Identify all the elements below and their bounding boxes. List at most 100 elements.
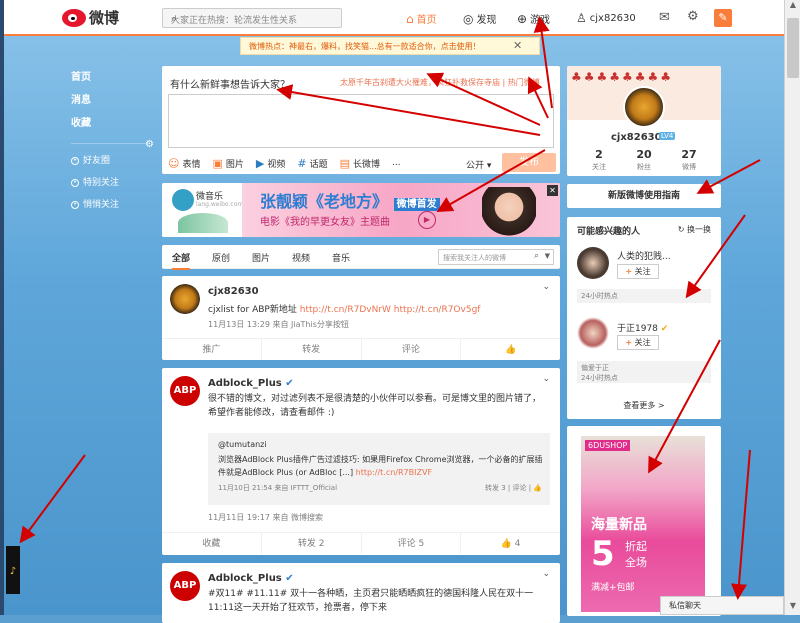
music-player-icon[interactable]: ♪ bbox=[6, 546, 20, 594]
see-more-link[interactable]: 查看更多 > bbox=[567, 400, 721, 411]
post-actions: 推广 转发 评论 👍 bbox=[162, 338, 560, 360]
weibo-logo[interactable]: 微博 bbox=[62, 7, 119, 28]
shop-headline: 海量新品 bbox=[591, 517, 647, 533]
quote-meta[interactable]: 11月10日 21:54 来自 IFTTT_Official bbox=[218, 483, 337, 493]
post-author[interactable]: cjx82630 bbox=[208, 286, 259, 297]
sidebar-item-messages[interactable]: 消息 bbox=[65, 93, 155, 116]
sidebar-item-friends-circle[interactable]: • 好友圈 bbox=[65, 150, 155, 172]
visibility-select[interactable]: 公开 ▾ bbox=[466, 158, 491, 171]
send-button[interactable]: 发布 bbox=[502, 153, 556, 172]
tab-images[interactable]: 图片 bbox=[252, 251, 270, 264]
level-badge[interactable]: LV4 bbox=[659, 132, 676, 140]
nav-user[interactable]: ♙ cjx82630 bbox=[576, 11, 636, 25]
search-box[interactable]: 大家正在热搜：轮流发生性关系 ⌕ bbox=[162, 8, 342, 28]
quote-author[interactable]: @tumutanzi bbox=[218, 440, 267, 449]
nav-discover[interactable]: ◎ 发现 bbox=[463, 11, 496, 27]
chevron-down-icon[interactable]: ▼ bbox=[545, 252, 550, 260]
avatar[interactable] bbox=[577, 247, 609, 279]
search-icon[interactable]: ⌕ bbox=[171, 12, 335, 26]
feed-search-input[interactable]: 搜索我关注人的微博 ⌕ ▼ bbox=[438, 249, 554, 265]
scroll-up-icon[interactable]: ▲ bbox=[787, 0, 799, 14]
guide-link[interactable]: 新版微博使用指南 bbox=[567, 184, 721, 208]
stat-followers[interactable]: 20 粉丝 bbox=[624, 148, 664, 172]
chevron-down-icon[interactable]: ⌄ bbox=[542, 569, 550, 579]
ad-brand-sub: lang.weibo.com bbox=[196, 201, 244, 208]
like-button[interactable]: 👍 4 bbox=[461, 533, 560, 554]
follow-button[interactable]: + 关注 bbox=[617, 264, 659, 279]
nav-home[interactable]: ⌂ 首页 bbox=[406, 11, 437, 27]
tool-label: 视频 bbox=[267, 159, 286, 170]
tab-video[interactable]: 视频 bbox=[292, 251, 310, 264]
hot-notice-bar[interactable]: 微博热点：神最右，爆料，找笑猫...总有一款适合你，点击使用！ bbox=[240, 37, 540, 55]
post-meta[interactable]: 11月11日 19:17 来自 微博搜索 bbox=[208, 512, 323, 523]
shop-ad[interactable]: 6DUSHOP 海量新品 5 折起 全场 满减+包邮 bbox=[567, 426, 721, 616]
video-icon: ▶ bbox=[255, 156, 265, 170]
avatar[interactable]: ABP bbox=[170, 571, 200, 601]
comment-button[interactable]: 评论 5 bbox=[362, 533, 462, 554]
search-icon[interactable]: ⌕ bbox=[534, 251, 539, 261]
compose-icon[interactable]: ✎ bbox=[714, 9, 732, 27]
stat-posts[interactable]: 27 微博 bbox=[669, 148, 709, 172]
mail-icon[interactable]: ✉ bbox=[659, 10, 670, 25]
avatar[interactable]: ABP bbox=[170, 376, 200, 406]
stat-following[interactable]: 2 关注 bbox=[579, 148, 619, 172]
ad-close-icon[interactable]: ✕ bbox=[547, 185, 558, 196]
repost-button[interactable]: 转发 bbox=[262, 339, 362, 360]
follow-button[interactable]: + 关注 bbox=[617, 335, 659, 350]
tool-emoji[interactable]: ☺ 表情 bbox=[168, 157, 200, 170]
chevron-down-icon[interactable]: ⌄ bbox=[542, 282, 550, 292]
comment-button[interactable]: 评论 bbox=[362, 339, 462, 360]
sidebar-item-home[interactable]: 首页 bbox=[65, 70, 155, 93]
favorite-button[interactable]: 收藏 bbox=[162, 533, 262, 554]
follow-label: 关注 bbox=[634, 338, 651, 347]
tool-topic[interactable]: # 话题 bbox=[297, 157, 327, 170]
post-meta[interactable]: 11月13日 13:29 来自 JiaThis分享按钮 bbox=[208, 319, 349, 330]
avatar[interactable] bbox=[170, 284, 200, 314]
quote-link[interactable]: http://t.cn/R7BIZVF bbox=[356, 468, 432, 477]
tab-original[interactable]: 原创 bbox=[212, 251, 230, 264]
tool-long-post[interactable]: ▤ 长微博 bbox=[340, 157, 380, 170]
sidebar-item-favorites[interactable]: 收藏 bbox=[65, 116, 155, 139]
post-link[interactable]: http://t.cn/R7DvNrW http://t.cn/R7Ov5gf bbox=[300, 305, 481, 315]
tab-music[interactable]: 音乐 bbox=[332, 251, 350, 264]
scrollbar[interactable]: ▲ ▼ bbox=[784, 0, 800, 615]
close-icon[interactable]: ✕ bbox=[513, 39, 522, 52]
post-author[interactable]: Adblock_Plus ✔ bbox=[208, 378, 294, 389]
quote-actions[interactable]: 转发 3 | 评论 | 👍 bbox=[485, 483, 542, 493]
music-ad-banner[interactable]: 微音乐 lang.weibo.com 张靓颖《老地方》 微博首发 电影《我的早更… bbox=[162, 183, 560, 237]
ad-brand-panel: 微音乐 lang.weibo.com bbox=[162, 183, 244, 237]
repost-button[interactable]: 转发 2 bbox=[262, 533, 362, 554]
tool-image[interactable]: ▣ 图片 bbox=[212, 157, 243, 170]
compose-textarea[interactable] bbox=[168, 94, 554, 148]
nav-game[interactable]: ⊕ 游戏 bbox=[517, 11, 550, 27]
person-name[interactable]: 于正1978 ✔ bbox=[617, 321, 668, 334]
shop-promo: 满减+包邮 bbox=[591, 583, 635, 593]
scroll-thumb[interactable] bbox=[787, 18, 799, 78]
post-author[interactable]: Adblock_Plus ✔ bbox=[208, 573, 294, 584]
refresh-button[interactable]: ↻ 换一换 bbox=[678, 224, 711, 235]
person-note: 24小时热点 bbox=[577, 289, 711, 303]
compose-hot-topic[interactable]: 太原千年古刹遭大火罹难，疯狂扑救保存寺庙 | 热门微博 bbox=[340, 77, 540, 88]
chevron-down-icon[interactable]: ⌄ bbox=[542, 374, 550, 384]
like-button[interactable]: 👍 bbox=[461, 339, 560, 360]
chat-button[interactable]: 私信聊天 bbox=[660, 596, 784, 615]
gear-icon[interactable]: ⚙ bbox=[687, 9, 699, 24]
follow-label: 关注 bbox=[634, 267, 651, 276]
circle-icon: • bbox=[71, 157, 79, 165]
avatar[interactable] bbox=[577, 317, 609, 349]
plus-icon: + bbox=[625, 267, 633, 276]
sidebar-gear-icon[interactable]: ⚙ bbox=[145, 139, 154, 150]
tool-more[interactable]: ... bbox=[392, 158, 401, 168]
tab-all[interactable]: 全部 bbox=[172, 251, 191, 270]
profile-name[interactable]: cjx82630 bbox=[611, 132, 662, 143]
promote-button[interactable]: 推广 bbox=[162, 339, 262, 360]
tool-video[interactable]: ▶ 视频 bbox=[256, 157, 285, 170]
scroll-down-icon[interactable]: ▼ bbox=[787, 601, 799, 615]
notice-text[interactable]: 微博热点：神最右，爆料，找笑猫...总有一款适合你，点击使用！ bbox=[249, 42, 481, 51]
quoted-post[interactable]: @tumutanzi 浏览器AdBlock Plus插件广告过滤技巧: 如果用F… bbox=[208, 433, 550, 505]
person-name[interactable]: 人类的犯贱... bbox=[617, 249, 671, 262]
sidebar-item-quiet-follow[interactable]: • 悄悄关注 bbox=[65, 194, 155, 216]
play-icon[interactable]: ▶ bbox=[418, 211, 436, 229]
avatar[interactable] bbox=[623, 86, 665, 128]
sidebar-item-special-follow[interactable]: • 特别关注 bbox=[65, 172, 155, 194]
